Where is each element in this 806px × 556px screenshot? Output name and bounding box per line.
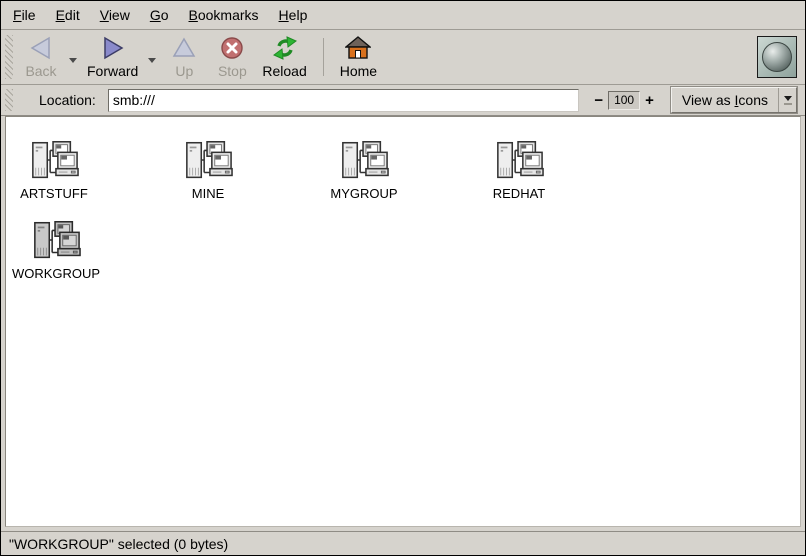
network-item-label: WORKGROUP bbox=[12, 266, 100, 281]
up-label: Up bbox=[175, 63, 193, 79]
up-icon bbox=[172, 35, 196, 61]
reload-icon bbox=[272, 35, 298, 61]
network-item-label: MYGROUP bbox=[330, 186, 397, 201]
network-workgroup-icon bbox=[29, 139, 79, 183]
location-label: Location: bbox=[39, 92, 96, 108]
forward-label: Forward bbox=[87, 63, 138, 79]
stop-button[interactable]: Stop bbox=[208, 32, 256, 82]
throbber-sphere-icon bbox=[762, 42, 792, 72]
back-label: Back bbox=[25, 63, 56, 79]
network-item-mine[interactable]: MINE bbox=[138, 139, 278, 201]
dropdown-arrow-icon bbox=[778, 88, 796, 112]
menu-help[interactable]: Help bbox=[269, 2, 318, 28]
zoom-level-indicator[interactable]: 100 bbox=[608, 91, 640, 110]
network-item-label: ARTSTUFF bbox=[20, 186, 88, 201]
forward-button[interactable]: Forward bbox=[81, 32, 144, 82]
status-text: "WORKGROUP" selected (0 bytes) bbox=[9, 536, 228, 552]
toolbar: Back Forward Up Stop bbox=[1, 30, 805, 85]
network-item-label: MINE bbox=[192, 186, 225, 201]
network-item-redhat[interactable]: REDHAT bbox=[449, 139, 589, 201]
throbber bbox=[757, 36, 797, 78]
network-item-label: REDHAT bbox=[493, 186, 545, 201]
up-button[interactable]: Up bbox=[160, 32, 208, 82]
icon-view-canvas[interactable]: ARTSTUFF bbox=[5, 116, 801, 527]
reload-label: Reload bbox=[262, 63, 306, 79]
stop-icon bbox=[220, 35, 244, 61]
file-manager-window: File Edit View Go Bookmarks Help Back Fo… bbox=[0, 0, 806, 556]
network-workgroup-icon bbox=[31, 219, 81, 263]
home-icon bbox=[345, 35, 371, 61]
menu-edit[interactable]: Edit bbox=[46, 2, 90, 28]
forward-icon bbox=[100, 35, 126, 61]
menubar: File Edit View Go Bookmarks Help bbox=[1, 1, 805, 30]
toolbar-grip-handle[interactable] bbox=[5, 35, 13, 79]
back-icon bbox=[28, 35, 54, 61]
reload-button[interactable]: Reload bbox=[256, 32, 312, 82]
location-bar-grip-handle[interactable] bbox=[5, 89, 13, 111]
home-button[interactable]: Home bbox=[334, 32, 383, 82]
zoom-out-button[interactable]: − bbox=[589, 92, 608, 109]
chevron-down-icon bbox=[69, 58, 77, 63]
menu-bookmarks[interactable]: Bookmarks bbox=[179, 2, 269, 28]
menu-view[interactable]: View bbox=[90, 2, 140, 28]
network-workgroup-icon bbox=[494, 139, 544, 183]
forward-history-dropdown[interactable] bbox=[144, 38, 160, 82]
menu-go[interactable]: Go bbox=[140, 2, 179, 28]
network-workgroup-icon bbox=[183, 139, 233, 183]
location-bar: Location: − 100 + View as Icons bbox=[1, 85, 805, 116]
network-item-artstuff[interactable]: ARTSTUFF bbox=[5, 139, 124, 201]
network-item-mygroup[interactable]: MYGROUP bbox=[294, 139, 434, 201]
chevron-down-icon bbox=[148, 58, 156, 63]
zoom-in-button[interactable]: + bbox=[640, 92, 659, 109]
network-workgroup-icon bbox=[339, 139, 389, 183]
network-item-workgroup[interactable]: WORKGROUP bbox=[5, 219, 126, 281]
back-button[interactable]: Back bbox=[17, 32, 65, 82]
menu-file[interactable]: File bbox=[3, 2, 46, 28]
location-input[interactable] bbox=[108, 89, 580, 112]
view-as-label: View as Icons bbox=[672, 88, 778, 112]
home-label: Home bbox=[340, 63, 377, 79]
status-bar: "WORKGROUP" selected (0 bytes) bbox=[1, 531, 805, 555]
view-as-dropdown[interactable]: View as Icons bbox=[671, 87, 797, 113]
toolbar-separator bbox=[323, 38, 324, 76]
back-history-dropdown[interactable] bbox=[65, 38, 81, 82]
content-area: ARTSTUFF bbox=[1, 116, 805, 531]
stop-label: Stop bbox=[218, 63, 247, 79]
